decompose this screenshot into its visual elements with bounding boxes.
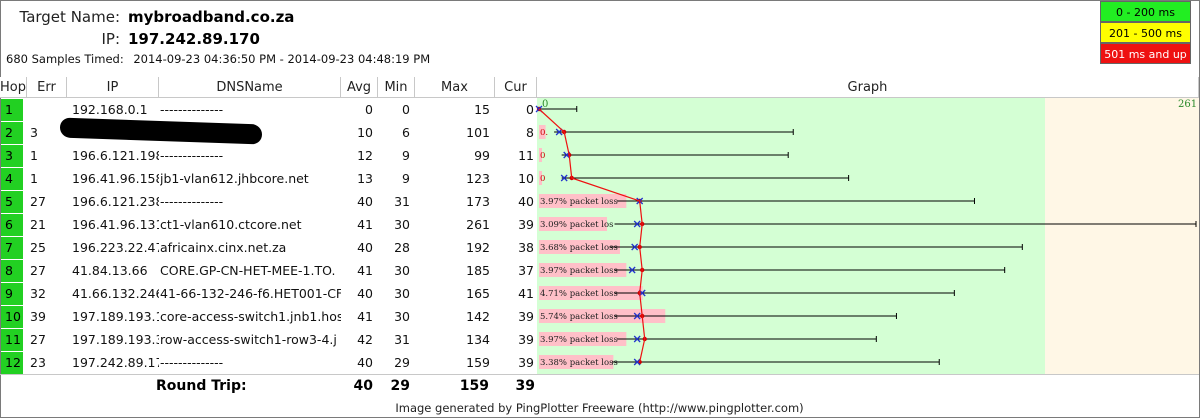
packet-loss-label: 5.74% packet loss <box>540 312 618 322</box>
round-trip-avg: 40 <box>353 378 373 394</box>
packet-loss-label: 4.71% packet loss <box>540 289 618 299</box>
round-trip-label: Round Trip: <box>156 378 247 394</box>
avg-latency-trace <box>538 108 646 363</box>
graph-scale-max: 261 <box>1178 99 1197 110</box>
generated-by-footer: Image generated by PingPlotter Freeware … <box>395 401 804 415</box>
round-trip-cur: 39 <box>515 378 535 394</box>
packet-loss-label: 3.97% packet loss <box>540 335 618 345</box>
latency-graph: 0 261 0. 0 0 3.97% packet loss 3.09% packet lo… <box>535 99 1197 369</box>
packet-loss-label: 0. <box>540 128 548 138</box>
round-trip-max: 159 <box>459 378 489 394</box>
packet-loss-label: 3.97% packet loss <box>540 197 618 207</box>
round-trip-min: 29 <box>390 378 410 394</box>
packet-loss-label: 3.09% packet los <box>540 220 613 230</box>
packet-loss-label: 3.38% packet loss <box>540 358 618 368</box>
graph-scale-min: 0 <box>542 99 548 110</box>
packet-loss-label: 0 <box>540 151 545 161</box>
packet-loss-label: 0 <box>540 174 545 184</box>
packet-loss-label: 3.68% packet loss <box>540 243 618 253</box>
packet-loss-label: 3.97% packet loss <box>540 266 618 276</box>
